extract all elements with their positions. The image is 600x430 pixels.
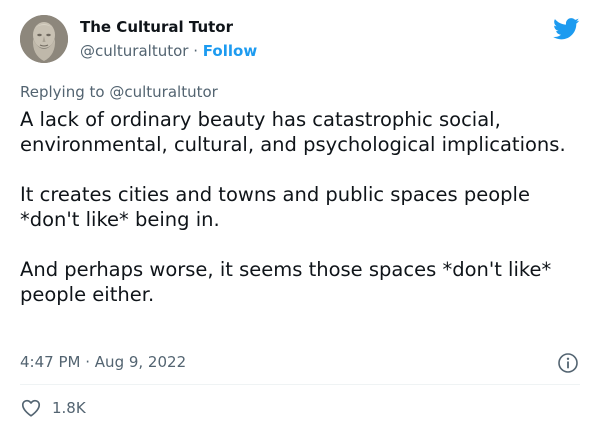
follow-button[interactable]: Follow [203,42,257,60]
author-handle[interactable]: @culturaltutor [80,42,188,60]
like-button[interactable]: 1.8K [20,397,86,419]
divider [20,384,580,385]
tweet-time: 4:47 PM [20,353,81,371]
like-count: 1.8K [52,399,86,417]
tweet-paragraph: And perhaps worse, it seems those spaces… [20,258,552,306]
separator-dot: · [193,42,199,60]
reply-prefix: Replying to [20,83,105,101]
reply-mention[interactable]: @culturaltutor [109,83,217,101]
tweet-timestamp[interactable]: 4:47 PM · Aug 9, 2022 [20,353,186,371]
separator-dot: · [85,353,91,371]
tweet-text: A lack of ordinary beauty has catastroph… [20,107,585,307]
tweet-date: Aug 9, 2022 [94,353,187,371]
tweet-paragraph: A lack of ordinary beauty has catastroph… [20,108,566,156]
heart-outline-icon [21,399,41,417]
twitter-bird-icon[interactable] [553,18,580,40]
author-name[interactable]: The Cultural Tutor [80,18,233,36]
reply-context: Replying to @culturaltutor [20,83,218,101]
author-handle-row: @culturaltutor · Follow [80,42,257,60]
tweet-card: The Cultural Tutor @culturaltutor · Foll… [0,0,600,430]
avatar[interactable] [20,15,68,63]
info-circle-icon[interactable] [557,352,579,374]
tweet-paragraph: It creates cities and towns and public s… [20,183,530,231]
